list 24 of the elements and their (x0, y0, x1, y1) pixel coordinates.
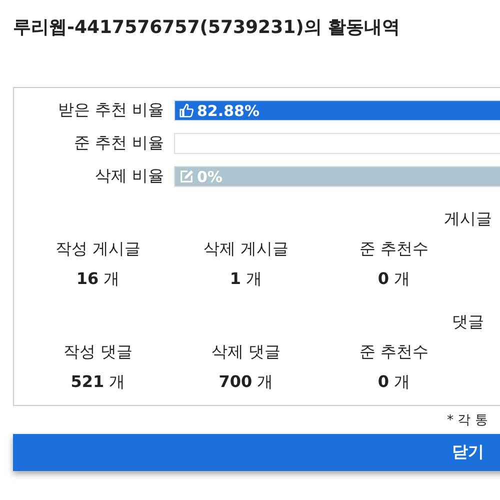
footnote: * 각 통 (447, 412, 488, 429)
stat-label: 준 추천수 (359, 342, 429, 363)
stat-value: 0 개 (378, 269, 410, 290)
edit-icon (179, 169, 194, 184)
stat-label: 삭제 댓글 (211, 342, 281, 363)
progress-value: 82.88% (197, 102, 260, 120)
group-heading: 게시글 (444, 209, 492, 228)
stat-value: 1 개 (230, 269, 262, 290)
stat-value: 521 개 (70, 372, 126, 393)
stat-label: 삭제 게시글 (203, 239, 289, 260)
dialog-title: 루리웹-4417576757(5739231)의 활동내역 (13, 16, 402, 40)
progress-value: 0% (197, 168, 222, 186)
close-button[interactable]: 닫기 (13, 434, 500, 471)
stat-value: 16 개 (76, 269, 120, 290)
rate-label: 삭제 비율 (94, 166, 165, 187)
stat-label: 작성 댓글 (63, 342, 133, 363)
stat-value: 0 개 (378, 372, 410, 393)
stat-label: 작성 게시글 (55, 239, 141, 260)
group-heading: 댓글 (452, 312, 484, 331)
thumbs-up-icon (179, 103, 194, 118)
rate-label: 받은 추천 비율 (56, 100, 165, 121)
rate-label: 준 추천 비율 (72, 133, 165, 154)
stat-value: 700 개 (218, 372, 274, 393)
stat-label: 준 추천수 (359, 239, 429, 260)
